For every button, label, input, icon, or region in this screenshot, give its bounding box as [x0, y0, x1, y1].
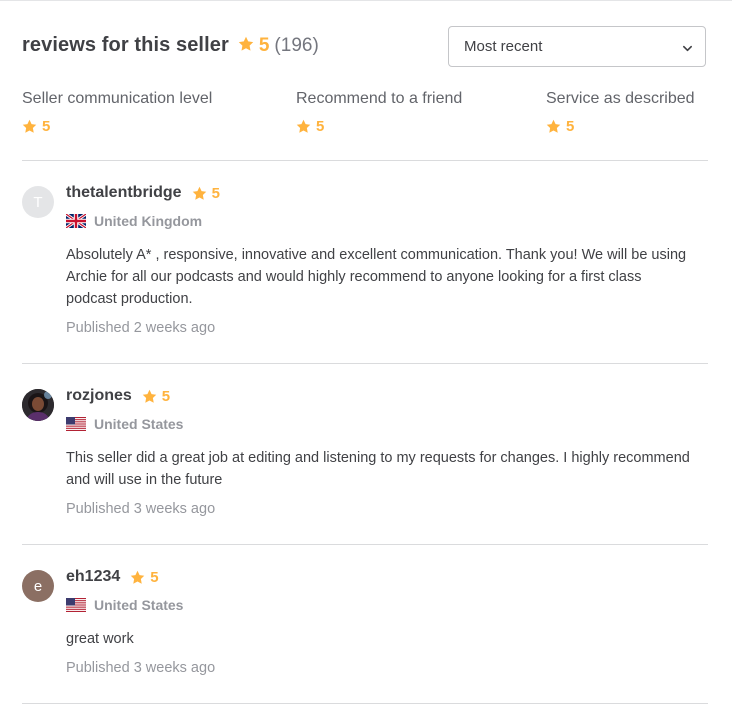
- review-rating: 5: [161, 387, 171, 405]
- metric-recommend: Recommend to a friend 5: [296, 90, 462, 135]
- review-rating: 5: [150, 568, 159, 586]
- metric-value: 5: [316, 118, 325, 135]
- review-text: Absolutely A* , responsive, innovative a…: [66, 247, 687, 307]
- published-date: Published 3 weeks ago: [66, 660, 216, 676]
- us-flag-icon: [66, 417, 86, 431]
- overall-rating: 5: [258, 35, 270, 56]
- reviewer-username[interactable]: eh1234: [66, 568, 120, 586]
- us-flag-icon: [66, 598, 86, 612]
- review-rating: 5: [211, 184, 220, 202]
- metric-label: Service as described: [546, 90, 695, 107]
- reviewer-country: United States: [94, 416, 184, 432]
- star-icon: [546, 119, 561, 134]
- top-divider: [0, 0, 732, 1]
- divider: [22, 160, 708, 161]
- avatar[interactable]: T: [22, 186, 54, 218]
- published-date: Published 3 weeks ago: [66, 501, 216, 517]
- avatar[interactable]: [22, 389, 54, 421]
- review-text: great work: [66, 631, 134, 647]
- reviews-title: reviews for this seller: [22, 34, 229, 56]
- metric-communication: Seller communication level 5: [22, 90, 212, 135]
- review-text: This seller did a great job at editing a…: [66, 450, 690, 488]
- star-icon: [142, 389, 157, 404]
- metric-value: 5: [566, 118, 575, 135]
- divider: [22, 703, 708, 704]
- star-icon: [296, 119, 311, 134]
- sort-selected-value: Most recent: [464, 38, 543, 55]
- reviewer-country: United States: [94, 597, 184, 613]
- reviewer-country: United Kingdom: [94, 213, 203, 229]
- metric-value: 5: [42, 118, 51, 135]
- divider: [22, 544, 708, 545]
- metric-label: Seller communication level: [22, 90, 213, 107]
- metric-label: Recommend to a friend: [296, 90, 463, 107]
- star-icon: [192, 186, 207, 201]
- chevron-down-icon: [682, 41, 693, 52]
- metric-service: Service as described 5: [546, 90, 695, 135]
- star-icon: [22, 119, 37, 134]
- star-icon: [130, 570, 145, 585]
- divider: [22, 363, 708, 364]
- sort-dropdown[interactable]: Most recent: [448, 26, 706, 67]
- published-date: Published 2 weeks ago: [66, 320, 216, 336]
- reviews-header: reviews for this seller 5 (196): [22, 34, 319, 57]
- star-icon: [238, 36, 254, 52]
- uk-flag-icon: [66, 214, 86, 228]
- review-count: (196): [274, 35, 319, 56]
- reviewer-username[interactable]: thetalentbridge: [66, 184, 182, 202]
- avatar[interactable]: e: [22, 570, 54, 602]
- reviewer-username[interactable]: rozjones: [66, 387, 132, 405]
